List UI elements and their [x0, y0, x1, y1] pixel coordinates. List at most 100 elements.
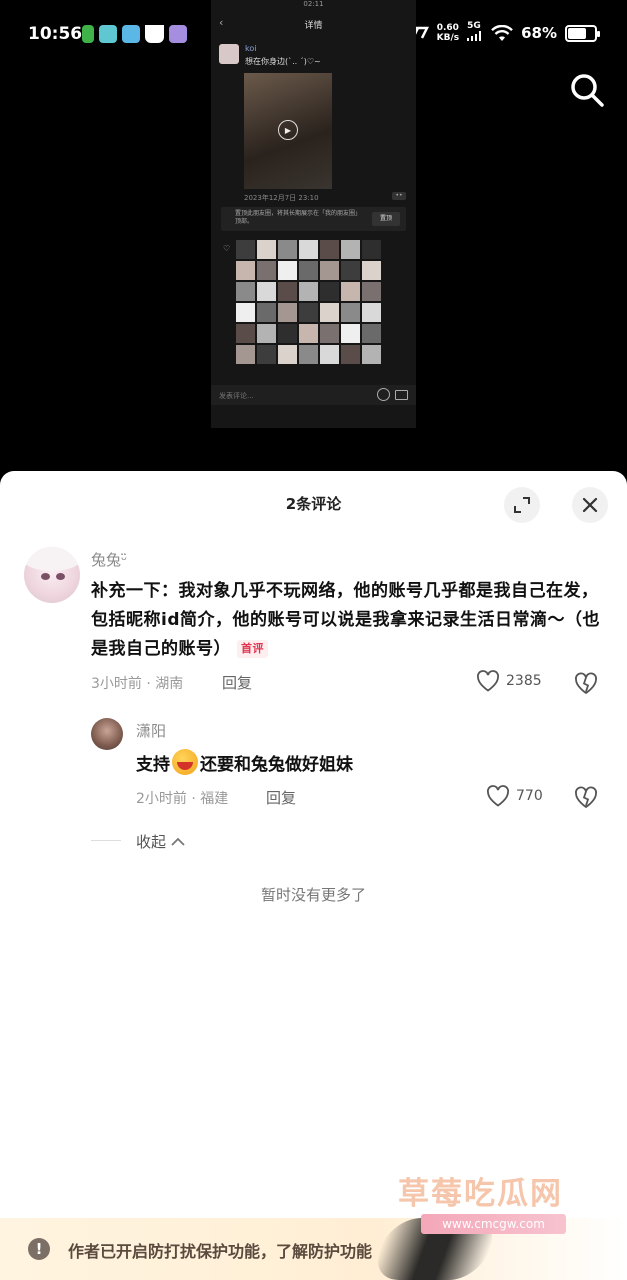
chevron-up-icon	[171, 837, 185, 846]
liker-avatar	[299, 345, 318, 364]
liker-avatar	[236, 240, 255, 259]
embedded-user-name: koi	[245, 44, 257, 53]
liker-avatar	[236, 282, 255, 301]
notification-icons	[82, 25, 187, 43]
embedded-pin-button: 置顶	[372, 212, 400, 226]
comment-body: 还要和兔兔做好姐妹	[200, 754, 353, 775]
heart-icon	[477, 670, 499, 692]
liker-avatar	[278, 303, 297, 322]
expand-button[interactable]	[504, 487, 540, 523]
liker-avatar-grid	[236, 240, 381, 364]
like-button[interactable]: 770	[486, 785, 543, 807]
comment-text[interactable]: 支持 还要和兔兔做好姐妹	[136, 749, 353, 775]
liker-avatar	[362, 345, 381, 364]
embedded-status-time: 02:11	[303, 0, 324, 8]
liker-avatar	[341, 240, 360, 259]
liker-avatar	[257, 324, 276, 343]
watermark-title: 草莓吃瓜网	[398, 1176, 563, 1212]
liker-avatar	[320, 282, 339, 301]
more-icon: ••	[392, 192, 406, 200]
reply-button[interactable]: 回复	[266, 787, 296, 808]
watermark-url: www.cmcgw.com	[421, 1214, 566, 1234]
cup-app-icon	[145, 25, 164, 43]
close-icon	[582, 497, 598, 513]
liker-avatar	[257, 282, 276, 301]
avatar[interactable]	[24, 547, 80, 603]
liker-avatar	[362, 240, 381, 259]
liker-avatar	[257, 261, 276, 280]
collapse-replies-button[interactable]: 收起	[136, 831, 185, 852]
app-icon	[122, 25, 140, 43]
liker-avatar	[299, 282, 318, 301]
battery-icon	[565, 24, 600, 42]
search-icon[interactable]	[567, 70, 607, 110]
liker-avatar	[278, 261, 297, 280]
close-button[interactable]	[572, 487, 608, 523]
liker-avatar	[320, 261, 339, 280]
status-time: 10:56	[28, 24, 83, 44]
divider	[91, 840, 121, 841]
comment-body: 补充一下：我对象几乎不玩网络，他的账号几乎都是我自己在发，包括昵称id简介，他的…	[91, 581, 600, 659]
heart-icon	[487, 785, 509, 807]
liker-avatar	[341, 282, 360, 301]
embedded-header-title: 详情	[304, 20, 323, 31]
liker-avatar	[320, 324, 339, 343]
liker-avatar	[341, 345, 360, 364]
like-count: 2385	[506, 673, 542, 689]
liker-avatar	[236, 261, 255, 280]
like-button[interactable]: 2385	[476, 670, 542, 692]
heart-icon: ♡	[223, 244, 231, 253]
liker-avatar	[362, 282, 381, 301]
liker-avatar	[362, 303, 381, 322]
play-icon: ▶	[278, 120, 298, 140]
back-icon: ‹	[219, 16, 224, 29]
liker-avatar	[278, 324, 297, 343]
banner-text: 作者已开启防打扰保护功能，了解防护功能	[68, 1242, 373, 1261]
embedded-screenshot[interactable]: 02:11 ‹ 详情 koi 想在你身边(`.. ´)♡~ ▶ 2023年12月…	[211, 0, 416, 428]
liker-avatar	[236, 303, 255, 322]
signal-icon	[467, 31, 482, 41]
liker-avatar	[278, 282, 297, 301]
liker-avatar	[299, 240, 318, 259]
embedded-pin-text: 置顶此朋友圈，将其长期展示在「我的朋友圈」顶部。	[235, 210, 362, 225]
liker-avatar	[362, 261, 381, 280]
liker-avatar	[299, 261, 318, 280]
reply-button[interactable]: 回复	[222, 672, 252, 693]
embedded-header: ‹ 详情	[211, 8, 416, 40]
comment-text[interactable]: 补充一下：我对象几乎不玩网络，他的账号几乎都是我自己在发，包括昵称id简介，他的…	[91, 577, 607, 664]
no-more-text: 暂时没有更多了	[260, 886, 366, 904]
embedded-pin-notice: 置顶此朋友圈，将其长期展示在「我的朋友圈」顶部。 置顶	[221, 207, 406, 231]
liker-avatar	[299, 303, 318, 322]
liker-avatar	[320, 240, 339, 259]
comment-body: 支持	[136, 754, 170, 775]
avatar[interactable]	[91, 718, 123, 750]
music-app-icon	[82, 25, 94, 43]
first-comment-badge: 首评	[237, 640, 268, 658]
liker-avatar	[341, 324, 360, 343]
comment-sheet: 2条评论 兔兔ᵕ̈ 补充一下：我对象几乎不玩网络，他的账号几乎都是我自己在发，包…	[0, 471, 627, 1280]
liker-avatar	[257, 240, 276, 259]
liker-avatar	[257, 345, 276, 364]
liker-avatar	[341, 261, 360, 280]
embedded-avatar	[219, 44, 239, 64]
comment-time-location: 3小时前 · 湖南	[91, 676, 184, 692]
dislike-icon[interactable]	[573, 670, 599, 696]
liker-avatar	[320, 345, 339, 364]
network-speed: 0.60 KB/s	[436, 23, 460, 43]
liker-avatar	[236, 324, 255, 343]
liker-avatar	[320, 303, 339, 322]
app-icon	[169, 25, 187, 43]
battery-percent: 68%	[521, 24, 557, 42]
emoji-icon	[377, 388, 390, 401]
wifi-icon	[491, 24, 513, 41]
liker-avatar	[278, 240, 297, 259]
expand-icon	[514, 497, 530, 513]
laughing-emoji-icon	[172, 749, 198, 775]
warning-icon: !	[28, 1238, 50, 1260]
liker-avatar	[278, 345, 297, 364]
comment-user-name[interactable]: 潇阳	[136, 720, 166, 741]
liker-avatar	[341, 303, 360, 322]
liker-avatar	[362, 324, 381, 343]
dislike-icon[interactable]	[573, 784, 599, 810]
comment-user-name[interactable]: 兔兔ᵕ̈	[91, 549, 127, 570]
